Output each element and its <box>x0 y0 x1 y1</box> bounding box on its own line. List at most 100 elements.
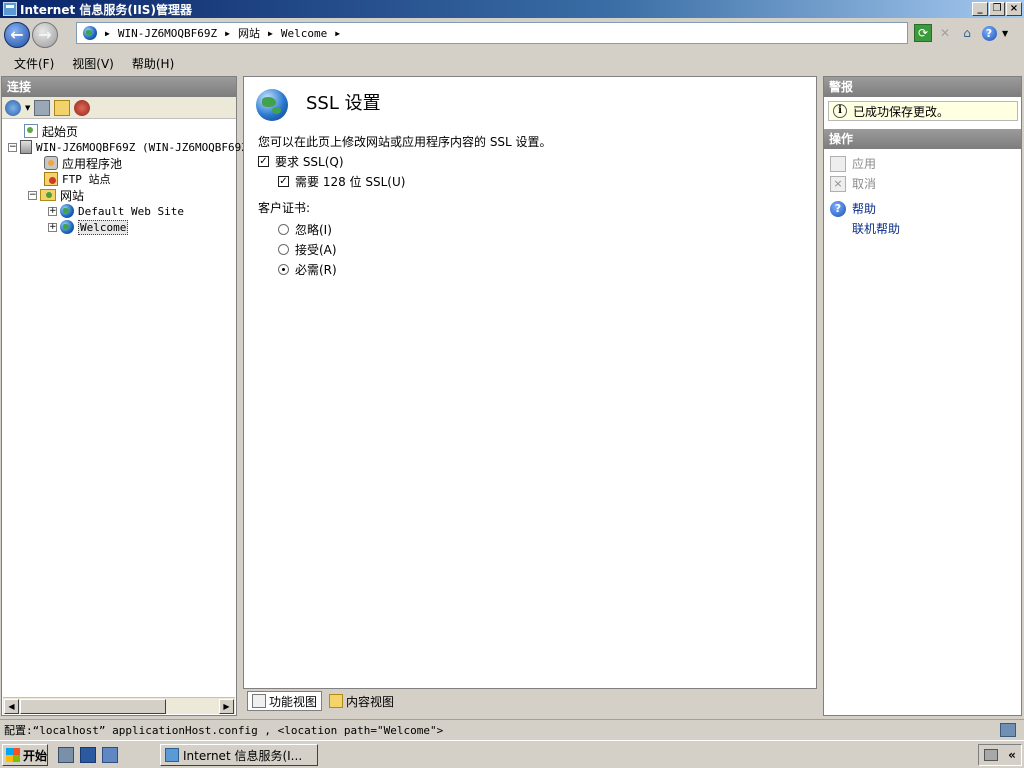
title-bar[interactable]: Internet 信息服务(IIS)管理器 _ ❐ × <box>0 0 1024 18</box>
app-pool-icon <box>44 156 58 170</box>
connections-toolbar: ▼ <box>2 97 236 119</box>
restore-button[interactable]: ❐ <box>989 2 1005 16</box>
require-ssl-label: 要求 SSL(Q) <box>275 155 344 169</box>
action-help[interactable]: ? 帮助 <box>830 200 876 217</box>
window-title: Internet 信息服务(IIS)管理器 <box>20 2 192 17</box>
radio-require-row[interactable]: 必需(R) <box>278 261 337 278</box>
client-cert-label: 客户证书: <box>258 201 311 215</box>
breadcrumb-arrow-icon: ▶ <box>268 28 273 38</box>
back-arrow-icon: ← <box>10 25 24 44</box>
scroll-left-icon[interactable]: ◀ <box>4 699 19 714</box>
forward-button[interactable]: → <box>32 22 58 48</box>
collapse-icon[interactable]: − <box>28 190 37 200</box>
features-view-icon <box>252 694 266 708</box>
connections-panel: 连接 ▼ 起始页 − WIN-JZ6MOQBF69Z (WIN-JZ6MOQBF… <box>1 76 248 716</box>
breadcrumb-server[interactable]: WIN-JZ6MOQBF69Z <box>118 27 217 40</box>
disconnect-icon[interactable] <box>74 99 91 116</box>
breadcrumb-arrow-icon: ▶ <box>225 28 230 38</box>
menu-file[interactable]: 文件(F) <box>14 55 54 72</box>
radio-require[interactable] <box>278 264 289 275</box>
breadcrumb-sites[interactable]: 网站 <box>238 25 260 41</box>
taskbar: 开始 Internet 信息服务(I... « <box>0 740 1024 768</box>
breadcrumb-arrow-icon: ▶ <box>105 28 110 38</box>
horizontal-scrollbar[interactable]: ◀ ▶ <box>3 697 235 714</box>
connect-dropdown-icon[interactable]: ▼ <box>25 104 30 112</box>
breadcrumb-welcome[interactable]: Welcome <box>281 27 327 40</box>
expand-icon[interactable]: + <box>48 206 57 216</box>
powershell-icon[interactable] <box>80 747 96 763</box>
start-page-icon <box>24 124 38 138</box>
radio-ignore-row[interactable]: 忽略(I) <box>278 221 332 238</box>
tree-node-default-web-site[interactable]: + Default Web Site <box>48 203 184 219</box>
network-tray-icon[interactable] <box>984 749 999 761</box>
window-controls: _ ❐ × <box>972 2 1022 16</box>
server-manager-icon[interactable] <box>58 747 74 763</box>
radio-accept-row[interactable]: 接受(A) <box>278 241 337 258</box>
radio-accept-label: 接受(A) <box>295 243 337 257</box>
show-desktop-icon[interactable] <box>102 747 118 763</box>
start-button[interactable]: 开始 <box>2 744 48 766</box>
radio-ignore[interactable] <box>278 224 289 235</box>
ssl-description: 您可以在此页上修改网站或应用程序内容的 SSL 设置。 <box>258 135 552 149</box>
tree-node-server[interactable]: − WIN-JZ6MOQBF69Z (WIN-JZ6MOQBF69Z <box>8 139 248 155</box>
iis-app-icon <box>165 748 179 762</box>
windows-logo-icon <box>6 748 20 762</box>
up-folder-icon[interactable] <box>54 99 71 116</box>
tree-node-app-pools[interactable]: 应用程序池 <box>44 155 122 171</box>
menu-help[interactable]: 帮助(H) <box>132 55 174 72</box>
require-128-label: 需要 128 位 SSL(U) <box>295 175 406 189</box>
actions-panel: 警报 i 已成功保存更改。 操作 应用 × 取消 ? 帮助 联机帮助 <box>823 76 1022 716</box>
content-view-icon <box>329 694 344 708</box>
connections-header: 连接 <box>2 77 236 97</box>
require-128-row[interactable]: ✓ 需要 128 位 SSL(U) <box>278 173 405 190</box>
address-bar[interactable]: ▶ WIN-JZ6MOQBF69Z ▶ 网站 ▶ Welcome ▶ <box>76 22 908 44</box>
require-ssl-row[interactable]: ✓ 要求 SSL(Q) <box>258 153 344 170</box>
help-icon[interactable]: ? <box>980 24 998 42</box>
tray-expand-icon[interactable]: « <box>1008 748 1016 762</box>
alerts-header: 警报 <box>824 77 1021 97</box>
taskbar-iis-button[interactable]: Internet 信息服务(I... <box>160 744 318 766</box>
tab-features-view[interactable]: 功能视图 <box>247 691 323 711</box>
tree-node-welcome[interactable]: + Welcome <box>48 219 129 235</box>
globe-icon <box>60 220 74 234</box>
server-icon <box>20 140 32 154</box>
network-status-icon <box>1000 723 1016 737</box>
close-button[interactable]: × <box>1006 2 1022 16</box>
view-tabs: 功能视图 内容视图 <box>247 691 399 713</box>
radio-accept[interactable] <box>278 244 289 255</box>
tree-node-start-page[interactable]: 起始页 <box>24 123 78 139</box>
save-icon[interactable] <box>34 99 51 116</box>
apply-icon <box>830 155 846 172</box>
expand-icon[interactable]: + <box>48 222 57 232</box>
require-128-checkbox[interactable]: ✓ <box>278 176 289 187</box>
scroll-thumb[interactable] <box>20 699 166 714</box>
actions-header: 操作 <box>824 129 1021 149</box>
status-bar: 配置:“localhost” applicationHost.config , … <box>0 719 1024 739</box>
scroll-right-icon[interactable]: ▶ <box>219 699 234 714</box>
minimize-button[interactable]: _ <box>972 2 988 16</box>
action-online-help[interactable]: 联机帮助 <box>852 220 900 237</box>
action-cancel[interactable]: × 取消 <box>830 175 876 192</box>
refresh-icon[interactable]: ⟳ <box>914 24 932 42</box>
forward-arrow-icon: → <box>38 25 52 44</box>
home-icon[interactable]: ⌂ <box>958 24 976 42</box>
back-button[interactable]: ← <box>4 22 30 48</box>
help-dropdown-icon[interactable]: ▼ <box>1002 29 1008 38</box>
globe-icon <box>83 26 97 40</box>
tab-content-view[interactable]: 内容视图 <box>324 691 399 711</box>
info-icon: i <box>833 104 847 118</box>
stop-icon[interactable]: ✕ <box>936 24 954 42</box>
content-panel: SSL 设置 您可以在此页上修改网站或应用程序内容的 SSL 设置。 ✓ 要求 … <box>243 76 817 689</box>
status-text: 配置:“localhost” applicationHost.config , … <box>4 723 444 737</box>
cancel-icon: × <box>830 175 846 192</box>
action-apply[interactable]: 应用 <box>830 155 876 172</box>
address-row: ← → ▶ WIN-JZ6MOQBF69Z ▶ 网站 ▶ Welcome ▶ ⟳… <box>0 18 1024 52</box>
menu-view[interactable]: 视图(V) <box>72 55 114 72</box>
connect-icon[interactable] <box>5 99 21 116</box>
page-title: SSL 设置 <box>306 93 381 114</box>
tree-node-ftp-sites[interactable]: FTP 站点 <box>44 171 111 187</box>
collapse-icon[interactable]: − <box>8 142 17 152</box>
tree-node-sites[interactable]: − 网站 <box>28 187 84 203</box>
require-ssl-checkbox[interactable]: ✓ <box>258 156 269 167</box>
address-toolbar: ⟳ ✕ ⌂ ? ▼ <box>914 24 1008 42</box>
